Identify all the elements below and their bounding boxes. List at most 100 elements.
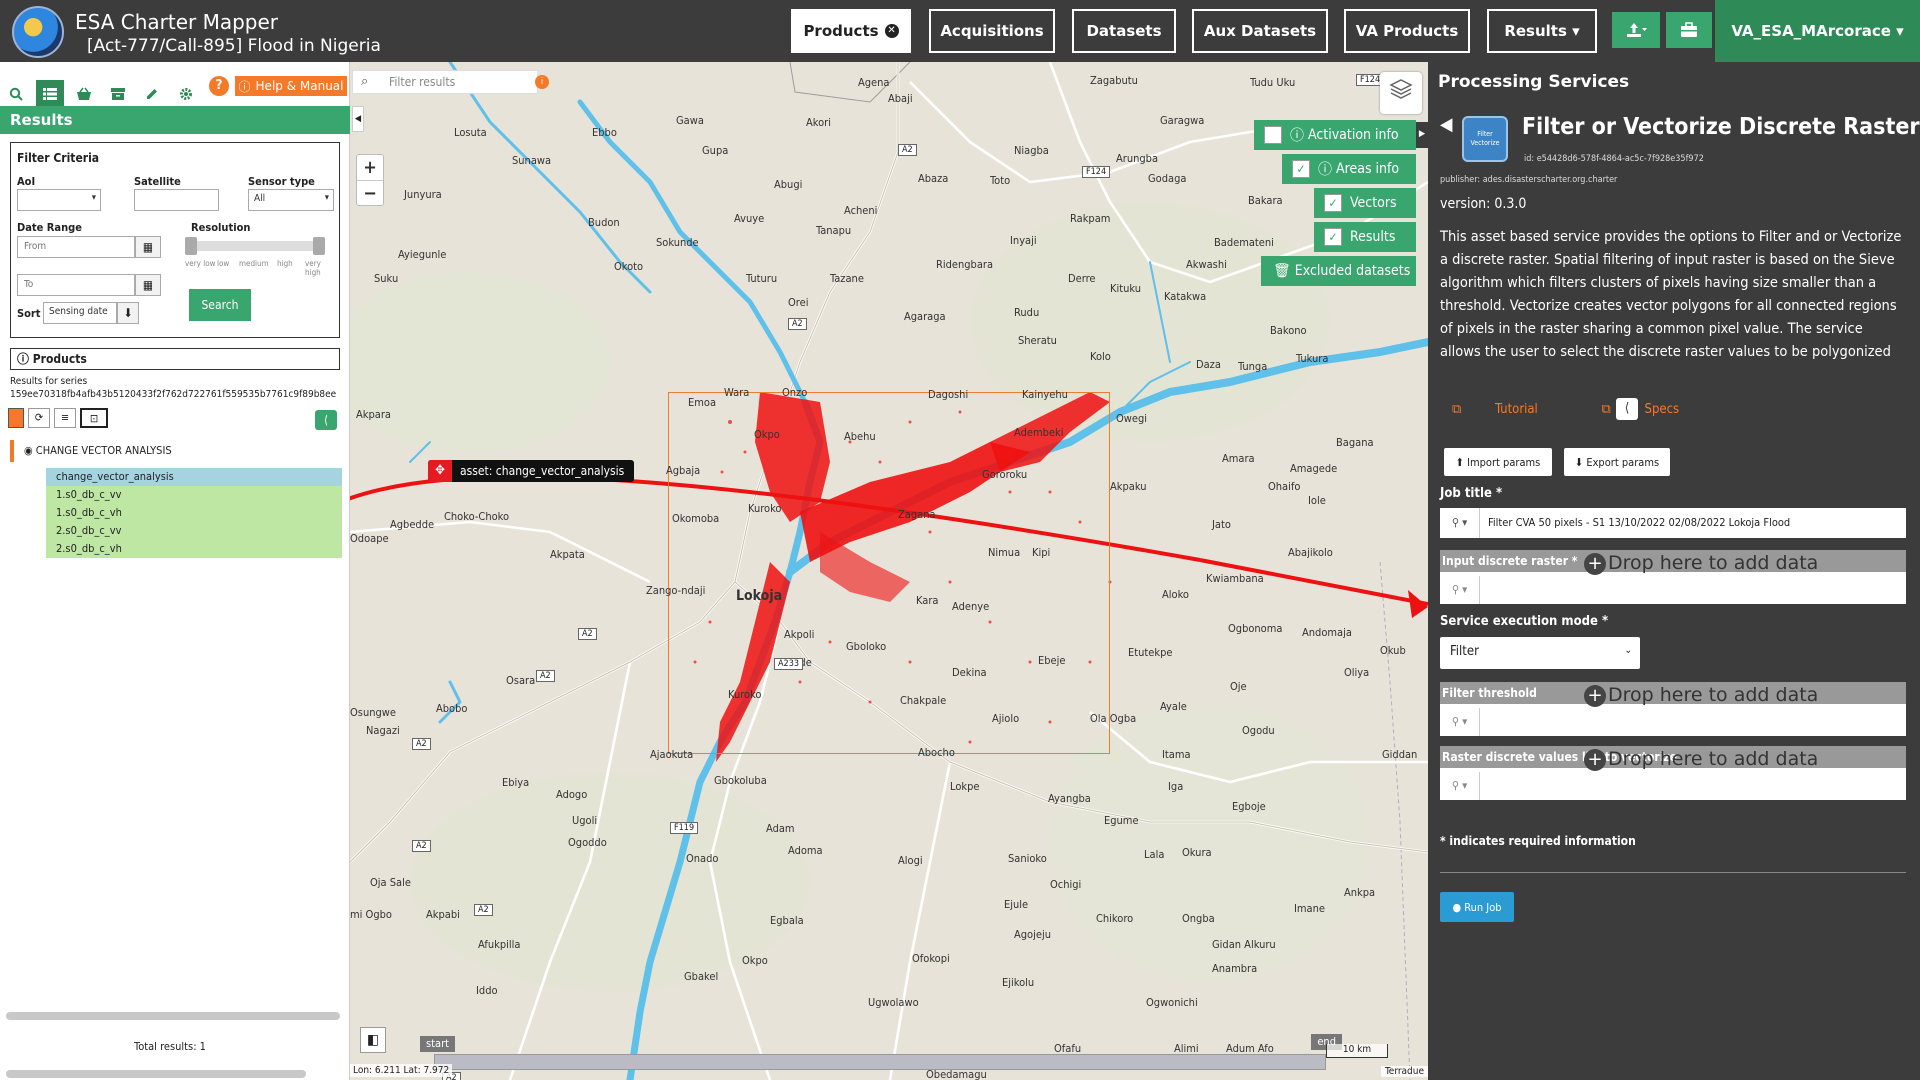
list-item[interactable]: 1.s0_db_c_vh: [46, 504, 342, 522]
refresh-icon[interactable]: ⟳: [28, 408, 50, 428]
place-label: Iole: [1308, 494, 1326, 507]
checkbox-checked[interactable]: ✓: [1324, 228, 1342, 246]
help-icon[interactable]: ?: [209, 76, 229, 96]
magic-wand-icon[interactable]: ⚲ ▾: [1440, 708, 1480, 736]
sort-select[interactable]: Sensing date: [43, 302, 117, 324]
layers-icon[interactable]: [1380, 72, 1422, 114]
list-icon[interactable]: [36, 80, 64, 108]
list-item[interactable]: 1.s0_db_c_vv: [46, 486, 342, 504]
search-button[interactable]: Search: [189, 289, 251, 321]
basket-icon[interactable]: [70, 80, 98, 108]
layer-results[interactable]: ✓ Results: [1314, 222, 1416, 252]
export-params-button[interactable]: ⬇ Export params: [1564, 448, 1670, 476]
slider-handle-max[interactable]: [313, 237, 325, 255]
checkbox-checked[interactable]: ✓: [1324, 194, 1342, 212]
divider: [1440, 872, 1906, 873]
search-icon[interactable]: [2, 80, 30, 108]
place-label: Adembeki: [1014, 426, 1064, 439]
layer-vectors[interactable]: ✓ Vectors: [1314, 188, 1416, 218]
nav-products[interactable]: Products ✕: [791, 9, 911, 53]
share-icon[interactable]: ⟨: [1616, 398, 1638, 420]
run-job-button[interactable]: ● Run Job: [1440, 892, 1514, 922]
date-to-input[interactable]: To: [17, 274, 135, 296]
nav-va-products[interactable]: VA Products: [1344, 9, 1470, 53]
filter-threshold-dropzone[interactable]: Filter threshold + Drop here to add data …: [1440, 682, 1906, 736]
layer-areas-info[interactable]: ✓ ⓘ Areas info: [1282, 154, 1416, 184]
close-icon[interactable]: ✕: [884, 24, 899, 38]
import-params-button[interactable]: ⬆ Import params: [1444, 448, 1552, 476]
collapse-left-panel-icon[interactable]: ◀: [352, 106, 364, 132]
place-label: Choko-Choko: [444, 510, 510, 523]
slider-handle-min[interactable]: [185, 237, 197, 255]
calendar-icon[interactable]: ▦: [135, 236, 161, 258]
zoom-in-button[interactable]: +: [357, 155, 383, 180]
magic-wand-icon[interactable]: ⚲ ▾: [1440, 576, 1480, 604]
place-label: Iddo: [476, 984, 498, 997]
place-label: Bakara: [1248, 194, 1283, 207]
timeline[interactable]: start end: [420, 1034, 1342, 1072]
list-item[interactable]: change_vector_analysis: [46, 468, 342, 486]
raster-values-dropzone[interactable]: Raster discrete values list to vectorize…: [1440, 746, 1906, 800]
info-icon[interactable]: i: [535, 75, 549, 89]
zoom-out-button[interactable]: −: [357, 180, 383, 205]
place-label: Agbedde: [390, 518, 435, 531]
nav-results[interactable]: Results ▾: [1487, 9, 1597, 53]
mode-select[interactable]: Filter ⌄: [1440, 637, 1640, 669]
upload-icon[interactable]: [1612, 12, 1660, 48]
nav-acquisitions[interactable]: Acquisitions: [929, 9, 1055, 53]
job-title-input[interactable]: ⚲ ▾ Filter CVA 50 pixels - S1 13/10/2022 …: [1440, 508, 1906, 538]
service-version: version: 0.3.0: [1440, 196, 1527, 212]
place-label: Emoa: [688, 396, 717, 409]
tutorial-link[interactable]: ⧉ Tutorial: [1452, 402, 1568, 417]
result-group[interactable]: ◉ CHANGE VECTOR ANALYSIS: [10, 440, 345, 462]
list-view-icon[interactable]: ≡: [54, 408, 76, 428]
basket-add-icon[interactable]: ⊡: [80, 408, 108, 428]
service-icon: Filter Vectorize: [1462, 116, 1508, 162]
share-icon[interactable]: ⟨: [315, 410, 337, 430]
input-raster-dropzone[interactable]: Input discrete raster * + Drop here to ad…: [1440, 550, 1906, 604]
horizontal-scrollbar[interactable]: [6, 1070, 306, 1078]
required-info-note: * indicates required information: [1440, 834, 1636, 848]
sort-direction-icon[interactable]: ⬇: [117, 302, 139, 324]
aoi-select[interactable]: ▾: [17, 189, 101, 211]
list-item[interactable]: 2.s0_db_c_vh: [46, 540, 342, 558]
tick-very-low: very low: [185, 259, 216, 268]
horizontal-scrollbar[interactable]: [6, 1012, 340, 1020]
pencil-icon[interactable]: [138, 80, 166, 108]
place-label: Okomoba: [672, 512, 720, 525]
nav-aux-datasets[interactable]: Aux Datasets: [1192, 9, 1328, 53]
gear-icon[interactable]: [172, 80, 200, 108]
place-label: Bademateni: [1214, 236, 1274, 249]
list-item[interactable]: 2.s0_db_c_vv: [46, 522, 342, 540]
sensor-type-select[interactable]: All ▾: [248, 189, 334, 211]
place-label: Abajikolo: [1288, 546, 1333, 559]
calendar-icon[interactable]: ▦: [135, 274, 161, 296]
excluded-datasets-button[interactable]: 🗑 Excluded datasets: [1261, 256, 1416, 286]
place-label: Akpara: [356, 408, 391, 421]
briefcase-icon[interactable]: [1666, 12, 1712, 48]
layer-activation-info[interactable]: ⓘ Activation info: [1254, 120, 1416, 150]
nav-datasets[interactable]: Datasets: [1072, 9, 1176, 53]
print-icon[interactable]: ◧: [360, 1027, 386, 1053]
archive-icon[interactable]: [104, 80, 132, 108]
road-shield: A2: [474, 904, 493, 916]
filter-results-input[interactable]: ⌕ Filter results i: [352, 70, 549, 94]
collapse-right-panel-icon[interactable]: ▶: [1416, 122, 1428, 148]
timeline-start[interactable]: start: [420, 1036, 456, 1052]
magic-wand-icon[interactable]: ⚲ ▾: [1440, 772, 1480, 800]
timeline-track[interactable]: [434, 1054, 1326, 1070]
user-menu[interactable]: VA_ESA_MArcorace ▾: [1715, 0, 1920, 62]
select-all-checkbox[interactable]: [8, 408, 24, 428]
resolution-slider[interactable]: [185, 237, 325, 255]
map-view[interactable]: Agena Abaji Zagabutu Tudu Uku Gawa Akori Losut…: [350, 62, 1428, 1080]
satellite-input[interactable]: [134, 189, 219, 211]
help-manual-button[interactable]: ⓘ Help & Manual: [235, 76, 347, 96]
checkbox-unchecked[interactable]: [1264, 126, 1282, 144]
date-from-input[interactable]: From: [17, 236, 135, 258]
place-label: Avuye: [734, 212, 765, 225]
magic-wand-icon[interactable]: ⚲ ▾: [1440, 508, 1480, 538]
asset-tooltip[interactable]: ✥ asset: change_vector_analysis: [428, 460, 635, 482]
back-arrow-icon[interactable]: ◀: [1440, 114, 1452, 135]
service-title: Filter or Vectorize Discrete Raster: [1522, 114, 1920, 140]
checkbox-checked[interactable]: ✓: [1292, 160, 1310, 178]
